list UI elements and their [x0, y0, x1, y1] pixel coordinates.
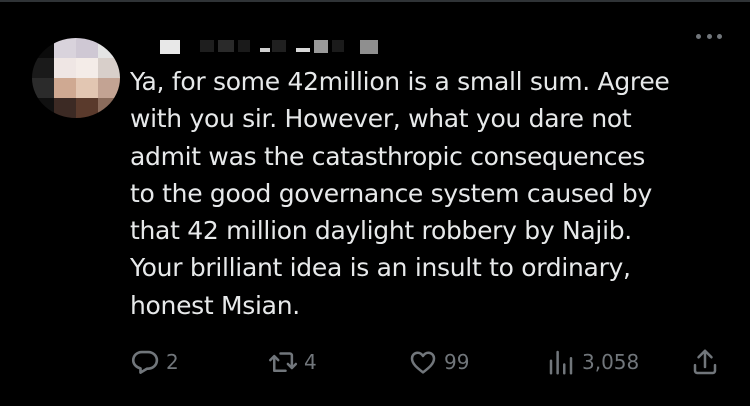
bar-chart-icon [546, 347, 576, 377]
views-button[interactable]: 3,058 [546, 344, 639, 380]
retweet-arrows-icon [268, 347, 298, 377]
reply-count: 2 [166, 350, 179, 374]
heart-icon [408, 347, 438, 377]
top-divider [0, 0, 750, 2]
reply-bubble-icon [130, 347, 160, 377]
share-button[interactable] [690, 344, 720, 380]
more-horizontal-icon[interactable] [696, 30, 722, 42]
like-button[interactable]: 99 [408, 344, 469, 380]
avatar[interactable] [32, 38, 120, 118]
author-name-redacted[interactable] [160, 38, 390, 54]
reply-button[interactable]: 2 [130, 344, 179, 380]
share-upload-icon [690, 347, 720, 377]
tweet-text: Ya, for some 42million is a small sum. A… [130, 67, 670, 320]
retweet-button[interactable]: 4 [268, 344, 317, 380]
views-count: 3,058 [582, 350, 640, 374]
like-count: 99 [444, 350, 470, 374]
retweet-count: 4 [304, 350, 317, 374]
tweet-action-bar: 2 4 99 3,058 [0, 344, 750, 380]
